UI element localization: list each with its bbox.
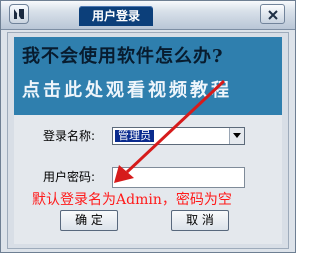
password-label: 用户密码: — [43, 170, 96, 184]
window-title: 用户登录 — [91, 9, 140, 23]
window-title-tab: 用户登录 — [79, 6, 153, 26]
dropdown-arrow-button[interactable] — [229, 128, 244, 144]
password-field[interactable] — [112, 167, 245, 188]
close-icon — [268, 10, 278, 20]
username-label: 登录名称: — [43, 129, 96, 143]
video-tutorial-banner[interactable]: 我不会使用软件怎么办? 点击此处观看视频教程 — [14, 37, 282, 115]
banner-tutorial-link-text[interactable]: 点击此处观看视频教程 — [22, 80, 278, 102]
cancel-button[interactable]: 取 消 — [171, 210, 229, 231]
chevron-down-icon — [233, 133, 241, 138]
title-bar: 用户登录 — [1, 1, 295, 30]
username-selected-value: 管理员 — [115, 130, 154, 142]
app-logo-icon — [9, 4, 29, 24]
close-button[interactable] — [260, 4, 285, 24]
ok-button[interactable]: 确 定 — [60, 210, 118, 231]
username-select[interactable]: 管理员 — [112, 127, 245, 145]
login-dialog: 用户登录 我不会使用软件怎么办? 点击此处观看视频教程 登录名称: 管理员 用户… — [0, 0, 296, 253]
banner-question-text: 我不会使用软件怎么办? — [22, 46, 224, 67]
default-login-hint: 默认登录名为Admin，密码为空 — [32, 192, 232, 208]
